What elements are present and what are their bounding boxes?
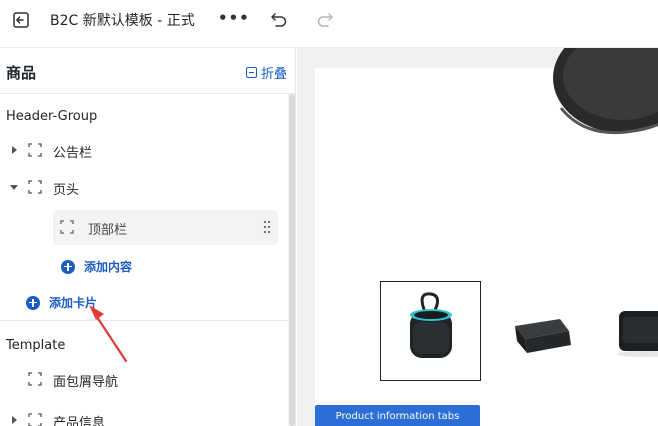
section-frame-icon (28, 372, 42, 386)
section-frame-icon (28, 180, 42, 194)
add-card-label: 添加卡片 (49, 296, 98, 310)
add-content-button[interactable]: 添加内容 (61, 258, 132, 275)
scrollbar-thumb[interactable] (289, 94, 295, 426)
section-frame-icon (28, 143, 42, 157)
section-item-label: 面包屑导航 (53, 375, 119, 390)
redo-icon[interactable] (314, 8, 336, 30)
section-item-product-info[interactable]: 产品信息 (0, 405, 280, 426)
sections-panel: 商品 折叠 Header-Group 公告栏 页头 顶部栏 添加内容 添加卡片 … (0, 48, 296, 426)
block-item-topbar[interactable]: 顶部栏 (53, 210, 278, 245)
top-toolbar: B2C 新默认模板 - 正式 ••• (0, 0, 658, 48)
product-information-tabs-button[interactable]: Product information tabs (315, 405, 480, 426)
panel-scrollbar[interactable] (288, 94, 295, 426)
collapse-button[interactable]: 折叠 (246, 63, 287, 82)
hero-product-image[interactable] (553, 48, 658, 178)
product-thumbnail[interactable] (615, 281, 658, 381)
page-preview: Product information tabs (297, 48, 658, 426)
exit-icon[interactable] (11, 10, 31, 30)
section-frame-icon (28, 413, 42, 426)
product-thumbnail-selected[interactable] (380, 281, 481, 381)
add-content-label: 添加内容 (84, 260, 133, 274)
collapse-icon (246, 67, 257, 78)
expand-caret-icon[interactable] (12, 146, 17, 154)
panel-header: 商品 折叠 (0, 48, 295, 94)
speaker-image (617, 311, 658, 357)
section-item-label: 公告栏 (53, 146, 93, 161)
section-item-breadcrumb[interactable]: 面包屑导航 (0, 364, 280, 394)
plus-circle-icon (26, 295, 40, 310)
section-item-announcement[interactable]: 公告栏 (0, 135, 280, 165)
undo-icon[interactable] (268, 8, 290, 30)
more-options-icon[interactable]: ••• (218, 9, 250, 27)
header-group-label: Header-Group (6, 109, 98, 124)
drag-handle-icon[interactable] (263, 220, 271, 234)
speaker-image (515, 319, 571, 353)
divider (0, 320, 288, 321)
section-item-label: 产品信息 (53, 416, 106, 426)
add-card-button[interactable]: 添加卡片 (26, 294, 97, 311)
plus-circle-icon (61, 259, 75, 274)
section-item-header[interactable]: 页头 (0, 172, 280, 202)
speaker-image (410, 292, 452, 358)
section-item-label: 页头 (53, 183, 80, 198)
panel-title: 商品 (6, 64, 37, 82)
block-item-label: 顶部栏 (88, 223, 128, 238)
collapse-caret-icon[interactable] (10, 185, 18, 190)
template-group-label: Template (6, 338, 66, 353)
template-title: B2C 新默认模板 - 正式 (50, 13, 195, 29)
preview-canvas: Product information tabs (315, 48, 658, 426)
expand-caret-icon[interactable] (12, 416, 17, 424)
collapse-label: 折叠 (261, 67, 288, 82)
block-frame-icon (60, 220, 74, 234)
product-thumbnail[interactable] (505, 281, 606, 381)
